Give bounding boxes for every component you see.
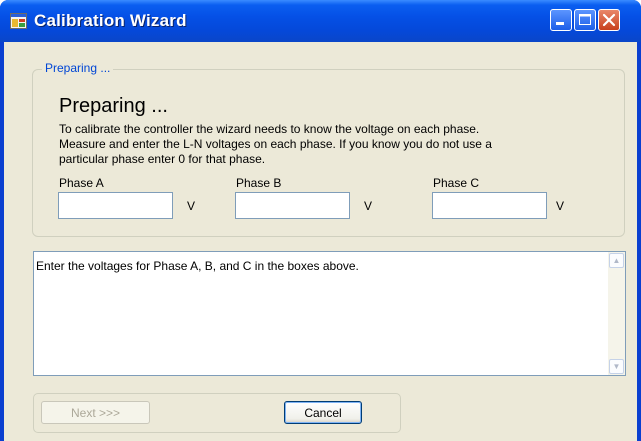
- phase-c-label: Phase C: [433, 176, 480, 190]
- minimize-icon: [556, 22, 564, 25]
- groupbox-legend: Preparing ...: [42, 61, 114, 75]
- phase-b-voltage-input[interactable]: [235, 192, 350, 219]
- scroll-up-button[interactable]: ▲: [609, 253, 624, 268]
- phase-c-unit: V: [556, 199, 565, 213]
- message-vertical-scrollbar[interactable]: ▲ ▼: [608, 252, 625, 375]
- cancel-button[interactable]: Cancel: [284, 401, 362, 424]
- calibration-wizard-window: Calibration Wizard Preparing ... Prepari…: [0, 0, 641, 441]
- scroll-down-button[interactable]: ▼: [609, 359, 624, 374]
- step-heading: Preparing ...: [59, 95, 168, 117]
- title-bar[interactable]: Calibration Wizard: [0, 0, 641, 42]
- next-button[interactable]: Next >>>: [41, 401, 150, 424]
- window-title: Calibration Wizard: [34, 11, 187, 30]
- phase-b-label: Phase B: [236, 176, 282, 190]
- phase-a-label: Phase A: [59, 176, 104, 190]
- wizard-client-area: Preparing ... Preparing ... To calibrate…: [4, 42, 637, 441]
- app-window-icon: [10, 13, 27, 29]
- message-textbox[interactable]: Enter the voltages for Phase A, B, and C…: [33, 251, 626, 376]
- message-text: Enter the voltages for Phase A, B, and C…: [36, 259, 359, 273]
- phase-b-unit: V: [364, 199, 373, 213]
- chevron-down-icon: ▼: [612, 362, 621, 371]
- step-description: To calibrate the controller the wizard n…: [59, 122, 492, 166]
- maximize-icon: [579, 14, 591, 25]
- phase-c-voltage-input[interactable]: [432, 192, 547, 219]
- phase-a-unit: V: [187, 199, 196, 213]
- phase-a-voltage-input[interactable]: [58, 192, 173, 219]
- minimize-button[interactable]: [550, 9, 572, 31]
- close-button[interactable]: [598, 9, 620, 31]
- chevron-up-icon: ▲: [612, 256, 621, 265]
- maximize-button[interactable]: [574, 9, 596, 31]
- close-icon: [602, 13, 616, 27]
